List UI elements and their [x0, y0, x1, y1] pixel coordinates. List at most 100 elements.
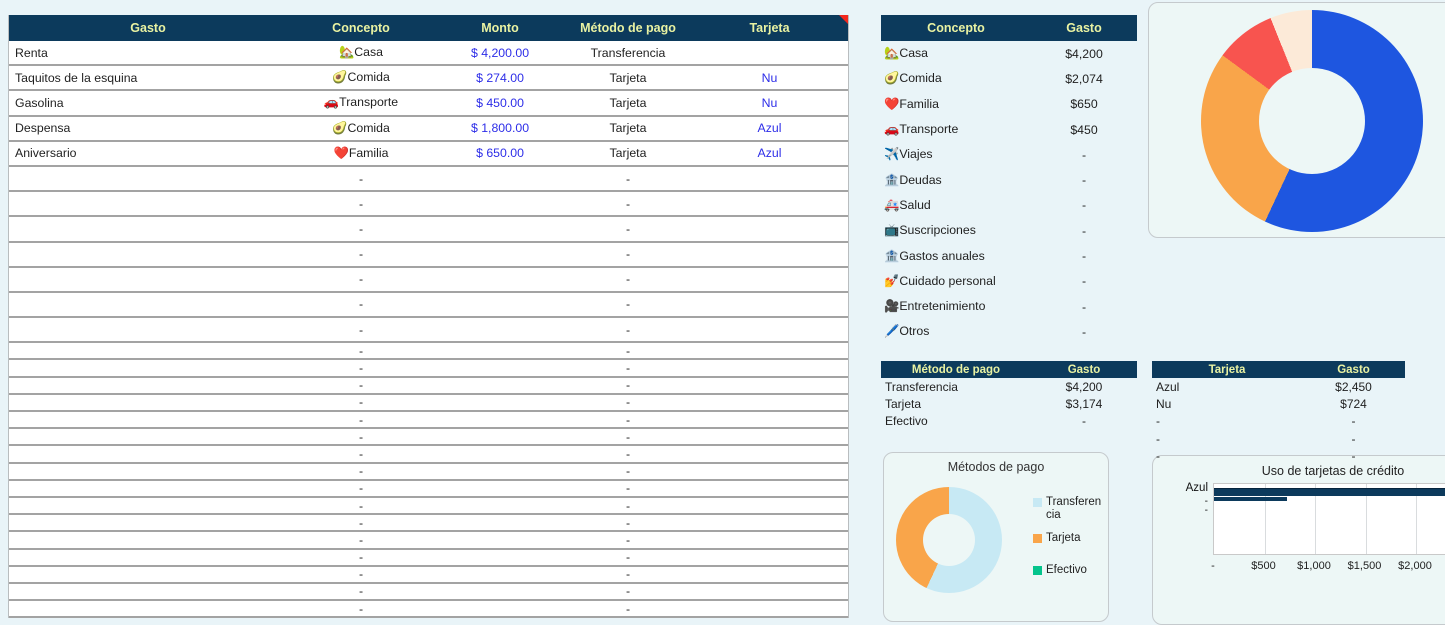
cell-metodo[interactable]: -: [565, 533, 691, 547]
col-header-metodo-de-pago[interactable]: Método de pago: [565, 21, 691, 35]
cell-metodo[interactable]: Tarjeta: [565, 121, 691, 135]
cell-monto[interactable]: $ 650.00: [435, 146, 565, 160]
cell-concepto[interactable]: -: [287, 567, 435, 581]
summary-row: Transferencia$4,200: [881, 378, 1137, 395]
summary-row: 🏡Casa$4,200: [881, 41, 1137, 66]
legend-label: Efectivo: [1046, 564, 1104, 577]
cell-metodo[interactable]: -: [565, 464, 691, 478]
cell-concepto[interactable]: -: [287, 533, 435, 547]
metodo-col-header[interactable]: Método de pago: [881, 364, 1031, 376]
cell-metodo[interactable]: -: [565, 584, 691, 598]
cell-concepto[interactable]: -: [287, 584, 435, 598]
cell-concepto[interactable]: 🥑Comida: [287, 70, 435, 85]
concepto-summary-body: 🏡Casa$4,200🥑Comida$2,074❤️Familia$650🚗Tr…: [881, 41, 1137, 345]
cell-tarjeta[interactable]: Nu: [691, 71, 848, 85]
cell-metodo[interactable]: -: [565, 323, 691, 337]
table-row-empty: --: [9, 318, 848, 343]
expenses-table: Gasto Concepto Monto Método de pago Tarj…: [8, 15, 849, 618]
cell-metodo[interactable]: -: [565, 550, 691, 564]
metodo-summary-header: Método de pago Gasto: [881, 361, 1137, 378]
cell-metodo[interactable]: -: [565, 172, 691, 186]
cell-concepto[interactable]: -: [287, 464, 435, 478]
cell-tarjeta[interactable]: Azul: [691, 146, 848, 160]
summary-col-concepto[interactable]: Concepto: [881, 21, 1031, 35]
cell-metodo[interactable]: -: [565, 297, 691, 311]
category-icon: 🥑: [884, 71, 899, 85]
cell-concepto[interactable]: -: [287, 550, 435, 564]
cell-gasto[interactable]: Renta: [9, 46, 287, 60]
cell-monto[interactable]: $ 274.00: [435, 71, 565, 85]
cell-metodo[interactable]: -: [565, 378, 691, 392]
col-header-gasto[interactable]: Gasto: [9, 21, 287, 35]
cell-monto[interactable]: $ 4,200.00: [435, 46, 565, 60]
cell-concepto[interactable]: -: [287, 297, 435, 311]
cell-concepto[interactable]: -: [287, 430, 435, 444]
tarjeta-col-header[interactable]: Tarjeta: [1152, 364, 1302, 376]
cell-concepto[interactable]: -: [287, 172, 435, 186]
summary-label: 🚑Salud: [881, 198, 1031, 213]
table-row: Renta🏡Casa$ 4,200.00Transferencia: [9, 41, 848, 66]
cell-concepto[interactable]: ❤️Familia: [287, 146, 435, 161]
summary-value: -: [1031, 325, 1137, 339]
cell-concepto[interactable]: 🥑Comida: [287, 121, 435, 136]
cell-gasto[interactable]: Taquitos de la esquina: [9, 71, 287, 85]
cell-concepto[interactable]: -: [287, 344, 435, 358]
cell-metodo[interactable]: Tarjeta: [565, 146, 691, 160]
cell-concepto[interactable]: -: [287, 197, 435, 211]
tarjeta-gasto-col-header[interactable]: Gasto: [1302, 364, 1405, 376]
table-row-empty: --: [9, 498, 848, 515]
cell-metodo[interactable]: -: [565, 272, 691, 286]
summary-label: -: [1152, 449, 1302, 463]
cell-concepto[interactable]: -: [287, 516, 435, 530]
cell-concepto[interactable]: -: [287, 447, 435, 461]
cell-monto[interactable]: $ 1,800.00: [435, 121, 565, 135]
cell-metodo[interactable]: -: [565, 222, 691, 236]
cell-metodo[interactable]: -: [565, 447, 691, 461]
cell-tarjeta[interactable]: Nu: [691, 96, 848, 110]
cell-metodo[interactable]: Transferencia: [565, 46, 691, 60]
cell-concepto[interactable]: -: [287, 222, 435, 236]
cell-metodo[interactable]: Tarjeta: [565, 71, 691, 85]
cell-concepto[interactable]: 🚗Transporte: [287, 95, 435, 110]
cell-metodo[interactable]: -: [565, 567, 691, 581]
cell-concepto[interactable]: -: [287, 499, 435, 513]
cell-gasto[interactable]: Aniversario: [9, 146, 287, 160]
summary-row: --: [1152, 447, 1405, 464]
cell-concepto[interactable]: -: [287, 361, 435, 375]
cell-metodo[interactable]: -: [565, 516, 691, 530]
summary-label: 🏦Deudas: [881, 173, 1031, 188]
cell-concepto[interactable]: -: [287, 272, 435, 286]
cell-metodo[interactable]: -: [565, 197, 691, 211]
summary-value: -: [1031, 414, 1137, 428]
metodo-gasto-col-header[interactable]: Gasto: [1031, 364, 1137, 376]
cell-concepto[interactable]: -: [287, 413, 435, 427]
cell-concepto[interactable]: -: [287, 395, 435, 409]
cell-metodo[interactable]: -: [565, 395, 691, 409]
cell-metodo[interactable]: -: [565, 247, 691, 261]
table-row-empty: --: [9, 343, 848, 360]
cell-concepto[interactable]: -: [287, 247, 435, 261]
expenses-table-header: Gasto Concepto Monto Método de pago Tarj…: [9, 15, 848, 41]
legend-swatch-icon: [1033, 566, 1042, 575]
cell-concepto[interactable]: 🏡Casa: [287, 45, 435, 60]
cell-gasto[interactable]: Gasolina: [9, 96, 287, 110]
cell-metodo[interactable]: -: [565, 430, 691, 444]
summary-col-gasto[interactable]: Gasto: [1031, 21, 1137, 35]
cell-gasto[interactable]: Despensa: [9, 121, 287, 135]
cell-tarjeta[interactable]: Azul: [691, 121, 848, 135]
cell-concepto[interactable]: -: [287, 481, 435, 495]
col-header-concepto[interactable]: Concepto: [287, 21, 435, 35]
col-header-tarjeta[interactable]: Tarjeta: [691, 21, 848, 35]
cell-concepto[interactable]: -: [287, 378, 435, 392]
bar-1: [1214, 497, 1287, 501]
cell-concepto[interactable]: -: [287, 323, 435, 337]
cell-metodo[interactable]: -: [565, 361, 691, 375]
cell-metodo[interactable]: -: [565, 413, 691, 427]
cell-metodo[interactable]: -: [565, 344, 691, 358]
cell-metodo[interactable]: -: [565, 499, 691, 513]
cell-monto[interactable]: $ 450.00: [435, 96, 565, 110]
cell-metodo[interactable]: -: [565, 481, 691, 495]
table-row-empty: --: [9, 464, 848, 481]
col-header-monto[interactable]: Monto: [435, 21, 565, 35]
cell-metodo[interactable]: Tarjeta: [565, 96, 691, 110]
